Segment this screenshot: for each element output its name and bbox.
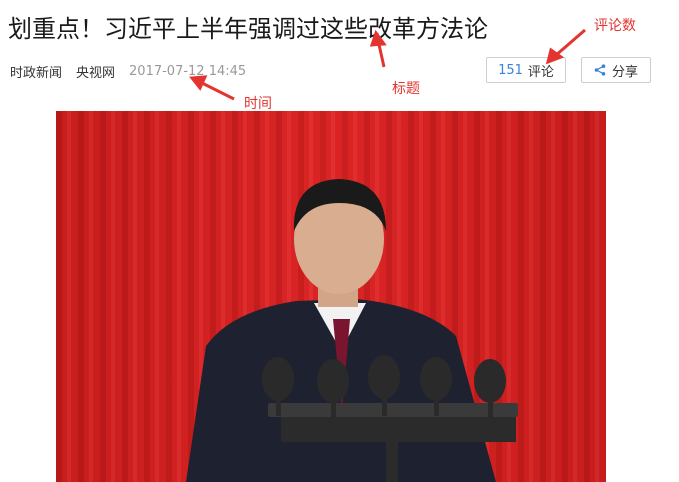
arrow-title — [376, 39, 386, 68]
arrow-comment-count — [554, 28, 586, 58]
article-title: 划重点！习近平上半年强调过这些改革方法论 — [8, 15, 488, 43]
annotation-time: 时间 — [244, 96, 272, 112]
source-label[interactable]: 央视网 — [76, 62, 115, 81]
channel-label[interactable]: 时政新闻 — [10, 62, 62, 81]
comment-label: 评论 — [527, 64, 554, 80]
article-meta: 时政新闻 央视网 2017-07-12 14:45 — [10, 62, 246, 81]
publish-time: 2017-07-12 14:45 — [129, 64, 247, 79]
comment-button[interactable]: 151 评论 — [486, 57, 566, 83]
annotation-title: 标题 — [392, 81, 420, 97]
share-icon — [594, 64, 606, 76]
share-label: 分享 — [611, 64, 638, 80]
article-photo — [56, 111, 606, 482]
arrow-time — [199, 80, 235, 101]
comment-count: 151 — [498, 62, 523, 78]
annotation-comment-count: 评论数 — [594, 18, 636, 34]
share-button[interactable]: 分享 — [581, 57, 651, 83]
article-page: 划重点！习近平上半年强调过这些改革方法论 时政新闻 央视网 2017-07-12… — [0, 0, 679, 482]
